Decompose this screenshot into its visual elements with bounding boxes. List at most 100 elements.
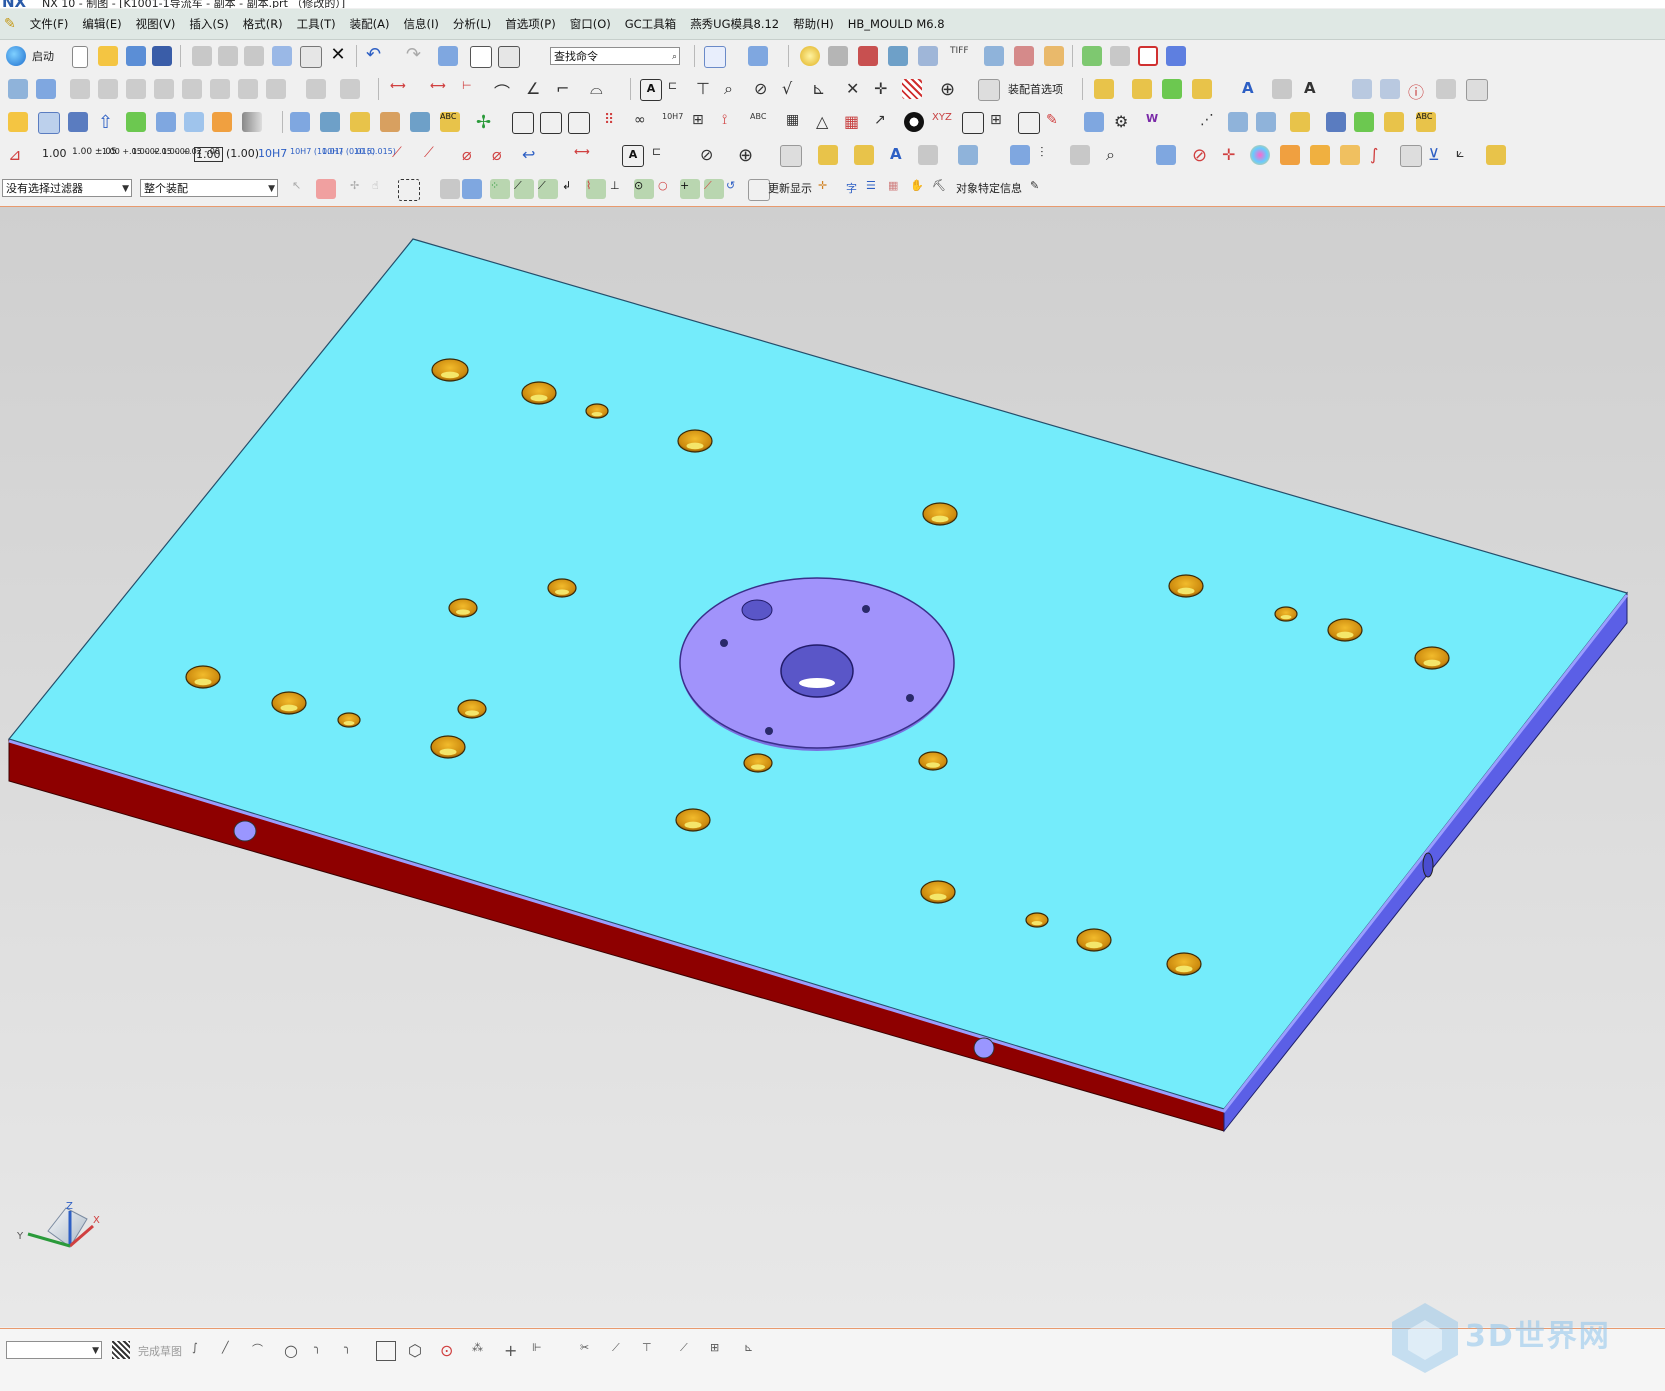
pattern-icon[interactable]: ⊞ xyxy=(710,1341,728,1359)
plate-2-icon[interactable] xyxy=(854,145,874,165)
half-section-icon[interactable] xyxy=(182,79,202,99)
mirror-icon[interactable]: ⟋ xyxy=(680,1341,698,1359)
tol-bilateral-3[interactable]: 1.00 +.02 -.00 xyxy=(162,147,220,156)
scope-select[interactable]: 整个装配 ▼ xyxy=(140,179,278,197)
tabular-edit-icon[interactable] xyxy=(1466,79,1488,101)
cube-orange-icon[interactable] xyxy=(1280,145,1300,165)
move-icon[interactable]: ✢ xyxy=(476,112,496,133)
table-icon[interactable] xyxy=(1380,79,1400,99)
forbidden-icon[interactable]: ⊘ xyxy=(1192,145,1212,166)
horizontal-dimension-icon[interactable]: ⊢ xyxy=(462,79,482,99)
edit-object-icon[interactable] xyxy=(272,46,292,66)
studio-icon[interactable] xyxy=(888,46,908,66)
chain-dimension-icon[interactable]: ⊞ xyxy=(692,112,712,132)
drawing-table-icon[interactable] xyxy=(350,112,370,132)
base-view-icon[interactable] xyxy=(70,79,90,99)
object-info-label[interactable]: 对象特定信息 xyxy=(956,180,1022,196)
grid-table-icon[interactable]: ▦ xyxy=(786,112,806,132)
symbol-icon[interactable]: ⊏ xyxy=(652,145,672,165)
csys-icon[interactable]: ⟀ xyxy=(1456,145,1476,165)
fit-dim-4[interactable]: 10 (0.015) xyxy=(354,147,396,156)
snap-midpoint-icon[interactable]: ⟋ xyxy=(538,179,558,199)
snap-existing-icon[interactable]: ↺ xyxy=(726,179,746,199)
plate-icon[interactable] xyxy=(1132,79,1152,99)
projected-view-icon[interactable] xyxy=(98,79,118,99)
boxed-dim[interactable]: 1.00 xyxy=(194,147,223,162)
menu-yanxiu-mould[interactable]: 燕秀UG模具8.12 xyxy=(690,16,779,32)
recent-parts-icon[interactable] xyxy=(126,46,146,66)
revolved-section-icon[interactable] xyxy=(210,79,230,99)
menu-insert[interactable]: 插入(S) xyxy=(189,16,228,32)
type-filter-select[interactable]: 没有选择过滤器 ▼ xyxy=(2,179,132,197)
assembly-preferences-label[interactable]: 装配首选项 xyxy=(1008,81,1063,97)
chamfer-icon[interactable]: ╮ xyxy=(344,1341,362,1359)
cut-icon[interactable] xyxy=(192,46,212,66)
point-icon[interactable]: ✛ xyxy=(1222,145,1242,165)
annotation-icon[interactable]: A xyxy=(1304,79,1324,99)
radius-2-icon[interactable]: ⟋ xyxy=(424,145,444,165)
gear-icon[interactable]: ⚙ xyxy=(1114,112,1134,132)
select-move-icon[interactable]: ✢ xyxy=(350,179,370,199)
diameter-2-icon[interactable]: ⌀ xyxy=(492,145,512,165)
open-folder-icon[interactable] xyxy=(98,46,118,66)
drafting-tool-icon[interactable] xyxy=(1272,79,1292,99)
tiff-export-icon[interactable]: TIFF xyxy=(950,46,970,66)
menu-hb-mould[interactable]: HB_MOULD M6.8 xyxy=(848,17,945,31)
note-icon[interactable]: A xyxy=(640,79,662,101)
chart-2-icon[interactable]: ⫶ xyxy=(1040,145,1060,165)
abc-tool-icon[interactable]: ABC xyxy=(440,112,460,132)
fillet-icon[interactable]: ╮ xyxy=(314,1341,332,1359)
copy-view-icon[interactable] xyxy=(300,46,322,68)
rectangle-sketch-icon[interactable] xyxy=(376,1341,396,1361)
menu-edit[interactable]: 编辑(E) xyxy=(82,16,121,32)
points-icon[interactable]: ⋰ xyxy=(1200,112,1220,132)
diameter-icon[interactable]: ⌀ xyxy=(462,145,482,165)
layer-settings-icon[interactable] xyxy=(320,112,340,132)
color-wheel-icon[interactable] xyxy=(1250,145,1270,165)
hand-icon[interactable]: ✋ xyxy=(910,179,930,199)
trim-icon[interactable]: ✂ xyxy=(580,1341,598,1359)
shaded-icon[interactable] xyxy=(1082,46,1102,66)
angle-dimension-icon[interactable]: ∠ xyxy=(526,79,546,99)
centerline-icon[interactable]: ✛ xyxy=(874,79,894,99)
weld-2-icon[interactable] xyxy=(818,145,838,165)
paste-icon[interactable] xyxy=(244,46,264,66)
fit-dim-1[interactable]: 10H7 xyxy=(258,147,287,160)
tol-bilateral-1[interactable]: 1.00 +.05 -.02 xyxy=(102,147,160,156)
orient-view-icon[interactable] xyxy=(748,46,768,66)
polygon-icon[interactable]: ⬡ xyxy=(408,1341,426,1360)
select-pan-icon[interactable]: ☝ xyxy=(372,179,392,199)
new-file-icon[interactable] xyxy=(72,46,88,68)
snap-center-icon[interactable]: ⊙ xyxy=(634,179,654,199)
rectangle-select-icon[interactable] xyxy=(398,179,420,201)
open-sheet-icon[interactable] xyxy=(36,79,56,99)
fit-dim-3[interactable]: 10H7 (0.015) xyxy=(322,147,375,156)
snap-intersection-icon[interactable]: ⌇ xyxy=(586,179,606,199)
snap-perpendicular-icon[interactable]: ⊥ xyxy=(610,179,630,199)
tol-plus-minus[interactable]: 1.00 ±.05 xyxy=(72,147,117,157)
camera-icon[interactable] xyxy=(828,46,848,66)
broken-view-icon[interactable] xyxy=(238,79,258,99)
help-book-icon[interactable] xyxy=(1156,145,1176,165)
balloon-id-icon[interactable]: ⓘ xyxy=(1408,79,1428,102)
radius-icon[interactable]: ⟋ xyxy=(392,145,412,165)
abc-box-icon[interactable]: ABC xyxy=(1416,112,1436,132)
list-icon[interactable]: ☰ xyxy=(866,179,886,199)
update-display-label[interactable]: 更新显示 xyxy=(768,180,812,196)
section-view-icon[interactable] xyxy=(154,79,174,99)
hidden-edges-icon[interactable] xyxy=(1110,46,1130,66)
layers-icon[interactable] xyxy=(1228,112,1248,132)
wrench-icon[interactable] xyxy=(1354,112,1374,132)
frame-icon[interactable] xyxy=(512,112,534,134)
border-icon[interactable] xyxy=(540,112,562,134)
snap-bounded-icon[interactable] xyxy=(748,179,770,201)
select-general-icon[interactable] xyxy=(316,179,336,199)
snap-points-icon[interactable]: ⁘ xyxy=(490,179,510,199)
blocks-icon[interactable] xyxy=(1486,145,1506,165)
extend-icon[interactable]: ⟋ xyxy=(612,1341,630,1359)
constraint-icon[interactable]: ⊾ xyxy=(744,1341,762,1359)
tool-icon[interactable] xyxy=(984,46,1004,66)
feature-control-icon[interactable]: ⊏ xyxy=(668,79,688,99)
chamfer-dimension-icon[interactable]: ⌐ xyxy=(556,79,576,99)
menu-view[interactable]: 视图(V) xyxy=(136,16,176,32)
